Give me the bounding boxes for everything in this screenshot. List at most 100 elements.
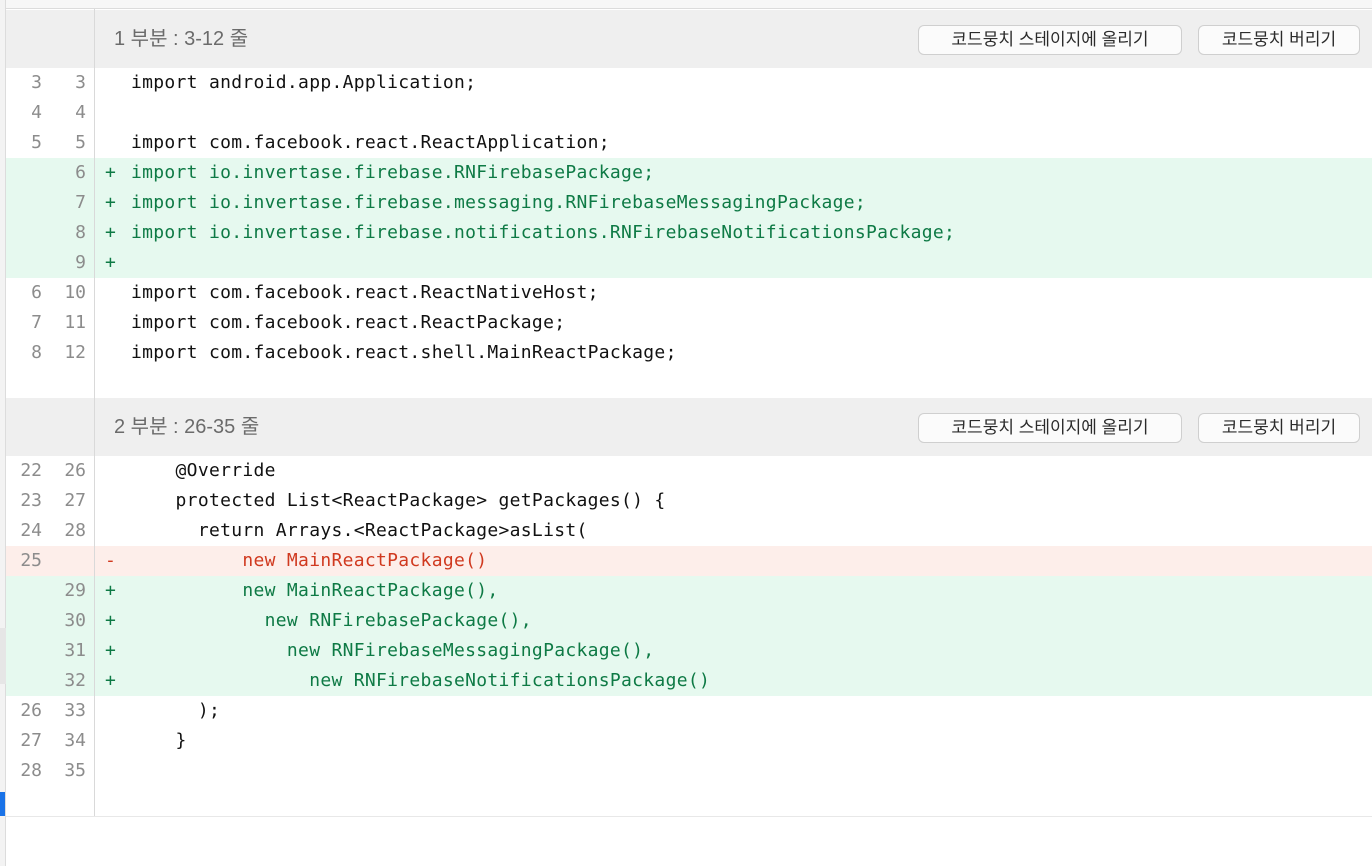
old-line-number: 4 — [31, 102, 42, 123]
code-text: import com.facebook.react.ReactPackage; — [131, 312, 566, 333]
discard-hunk-button[interactable]: 코드뭉치 버리기 — [1198, 25, 1360, 55]
new-line-number: 28 — [64, 520, 86, 541]
new-line-number: 31 — [64, 640, 86, 661]
old-line-number — [6, 218, 42, 248]
context-line[interactable]: 7 11 import com.facebook.react.ReactPackag… — [6, 308, 1372, 338]
new-line-number — [50, 546, 86, 576]
context-line[interactable]: 44 — [6, 98, 1372, 128]
old-line-number: 3 — [31, 72, 42, 93]
new-line-number: 8 — [75, 222, 86, 243]
code-text: import com.facebook.react.ReactNativeHos… — [131, 282, 599, 303]
new-line-number: 34 — [64, 730, 86, 751]
added-line[interactable]: 31 + new RNFirebaseMessagingPackage(), — [6, 636, 1372, 666]
context-line[interactable]: 26 33 ); — [6, 696, 1372, 726]
new-line-number: 5 — [75, 132, 86, 153]
context-line[interactable]: 8 12 import com.facebook.react.shell.MainR… — [6, 338, 1372, 368]
diff-sign: + — [105, 252, 116, 273]
code-text: new RNFirebaseNotificationsPackage() — [131, 670, 711, 691]
old-line-number — [6, 636, 42, 666]
diff-sign: + — [105, 670, 116, 691]
added-line[interactable]: 7 + import io.invertase.firebase.messaging… — [6, 188, 1372, 218]
new-line-number: 9 — [75, 252, 86, 273]
gutter-divider — [94, 9, 95, 816]
old-line-number: 8 — [31, 342, 42, 363]
added-line[interactable]: 30 + new RNFirebasePackage(), — [6, 606, 1372, 636]
new-line-number: 26 — [64, 460, 86, 481]
new-line-number: 35 — [64, 760, 86, 781]
new-line-number: 12 — [64, 342, 86, 363]
context-line[interactable]: 6 10 import com.facebook.react.ReactNative… — [6, 278, 1372, 308]
added-line[interactable]: 29 + new MainReactPackage(), — [6, 576, 1372, 606]
old-line-number — [6, 606, 42, 636]
diff-sign: + — [105, 192, 116, 213]
code-text: import com.facebook.react.shell.MainReac… — [131, 342, 677, 363]
selection-marker — [0, 792, 5, 816]
old-line-number: 26 — [20, 700, 42, 721]
diff-sign: - — [105, 550, 116, 571]
added-line[interactable]: 6 + import io.invertase.firebase.RNFirebas… — [6, 158, 1372, 188]
old-line-number: 6 — [31, 282, 42, 303]
new-line-number: 33 — [64, 700, 86, 721]
code-text: new MainReactPackage() — [131, 550, 488, 571]
new-line-number: 3 — [75, 72, 86, 93]
old-line-number — [6, 158, 42, 188]
new-line-number: 32 — [64, 670, 86, 691]
code-text: import com.facebook.react.ReactApplicati… — [131, 132, 610, 153]
code-text: new RNFirebaseMessagingPackage(), — [131, 640, 655, 661]
old-line-number: 22 — [20, 460, 42, 481]
code-text: import io.invertase.firebase.messaging.R… — [131, 192, 867, 213]
old-line-number: 7 — [31, 312, 42, 333]
stage-hunk-button[interactable]: 코드뭉치 스테이지에 올리기 — [918, 413, 1182, 443]
old-line-number: 25 — [20, 550, 42, 571]
context-line[interactable]: 22 26 @Override — [6, 456, 1372, 486]
new-line-number: 11 — [64, 312, 86, 333]
context-line[interactable]: 3 3 import android.app.Application; — [6, 68, 1372, 98]
context-line[interactable]: 27 34 } — [6, 726, 1372, 756]
old-line-number: 23 — [20, 490, 42, 511]
old-line-number — [6, 248, 42, 278]
old-line-number — [6, 188, 42, 218]
hunk-title: 1 부분 : 3-12 줄 — [114, 28, 249, 50]
code-text: @Override — [131, 460, 276, 481]
old-line-number: 27 — [20, 730, 42, 751]
diff-sign: + — [105, 610, 116, 631]
code-text: protected List<ReactPackage> getPackages… — [131, 490, 666, 511]
new-line-number: 4 — [75, 102, 86, 123]
diff-sign: + — [105, 640, 116, 661]
code-text: ); — [131, 700, 221, 721]
diff-bottom-border — [6, 816, 1372, 817]
hunk-header: 1 부분 : 3-12 줄 코드뭉치 스테이지에 올리기 코드뭉치 버리기 — [6, 10, 1372, 68]
code-text: import android.app.Application; — [131, 72, 477, 93]
new-line-number: 30 — [64, 610, 86, 631]
code-text: import io.invertase.firebase.RNFirebaseP… — [131, 162, 655, 183]
old-line-number — [6, 666, 42, 696]
hunk-header: 2 부분 : 26-35 줄 코드뭉치 스테이지에 올리기 코드뭉치 버리기 — [6, 398, 1372, 456]
hunk-title: 2 부분 : 26-35 줄 — [114, 416, 260, 438]
removed-line[interactable]: 25 - new MainReactPackage() — [6, 546, 1372, 576]
old-line-number: 28 — [20, 760, 42, 781]
new-line-number: 27 — [64, 490, 86, 511]
code-text: import io.invertase.firebase.notificatio… — [131, 222, 956, 243]
diff-sign: + — [105, 162, 116, 183]
code-text: return Arrays.<ReactPackage>asList( — [131, 520, 588, 541]
old-line-number — [6, 576, 42, 606]
added-line[interactable]: 32 + new RNFirebaseNotificationsPackage() — [6, 666, 1372, 696]
context-line[interactable]: 5 5 import com.facebook.react.ReactApplica… — [6, 128, 1372, 158]
code-text: } — [131, 730, 187, 751]
new-line-number: 7 — [75, 192, 86, 213]
context-line[interactable]: 24 28 return Arrays.<ReactPackage>asList( — [6, 516, 1372, 546]
code-text: new MainReactPackage(), — [131, 580, 499, 601]
new-line-number: 10 — [64, 282, 86, 303]
top-border — [6, 0, 1372, 9]
new-line-number: 29 — [64, 580, 86, 601]
added-line[interactable]: 8 + import io.invertase.firebase.notificat… — [6, 218, 1372, 248]
old-line-number: 5 — [31, 132, 42, 153]
new-line-number: 6 — [75, 162, 86, 183]
stage-hunk-button[interactable]: 코드뭉치 스테이지에 올리기 — [918, 25, 1182, 55]
added-line[interactable]: 9 + — [6, 248, 1372, 278]
context-line[interactable]: 28 35 — [6, 756, 1372, 786]
diff-sign: + — [105, 580, 116, 601]
discard-hunk-button[interactable]: 코드뭉치 버리기 — [1198, 413, 1360, 443]
diff-sign: + — [105, 222, 116, 243]
context-line[interactable]: 23 27 protected List<ReactPackage> getPac… — [6, 486, 1372, 516]
